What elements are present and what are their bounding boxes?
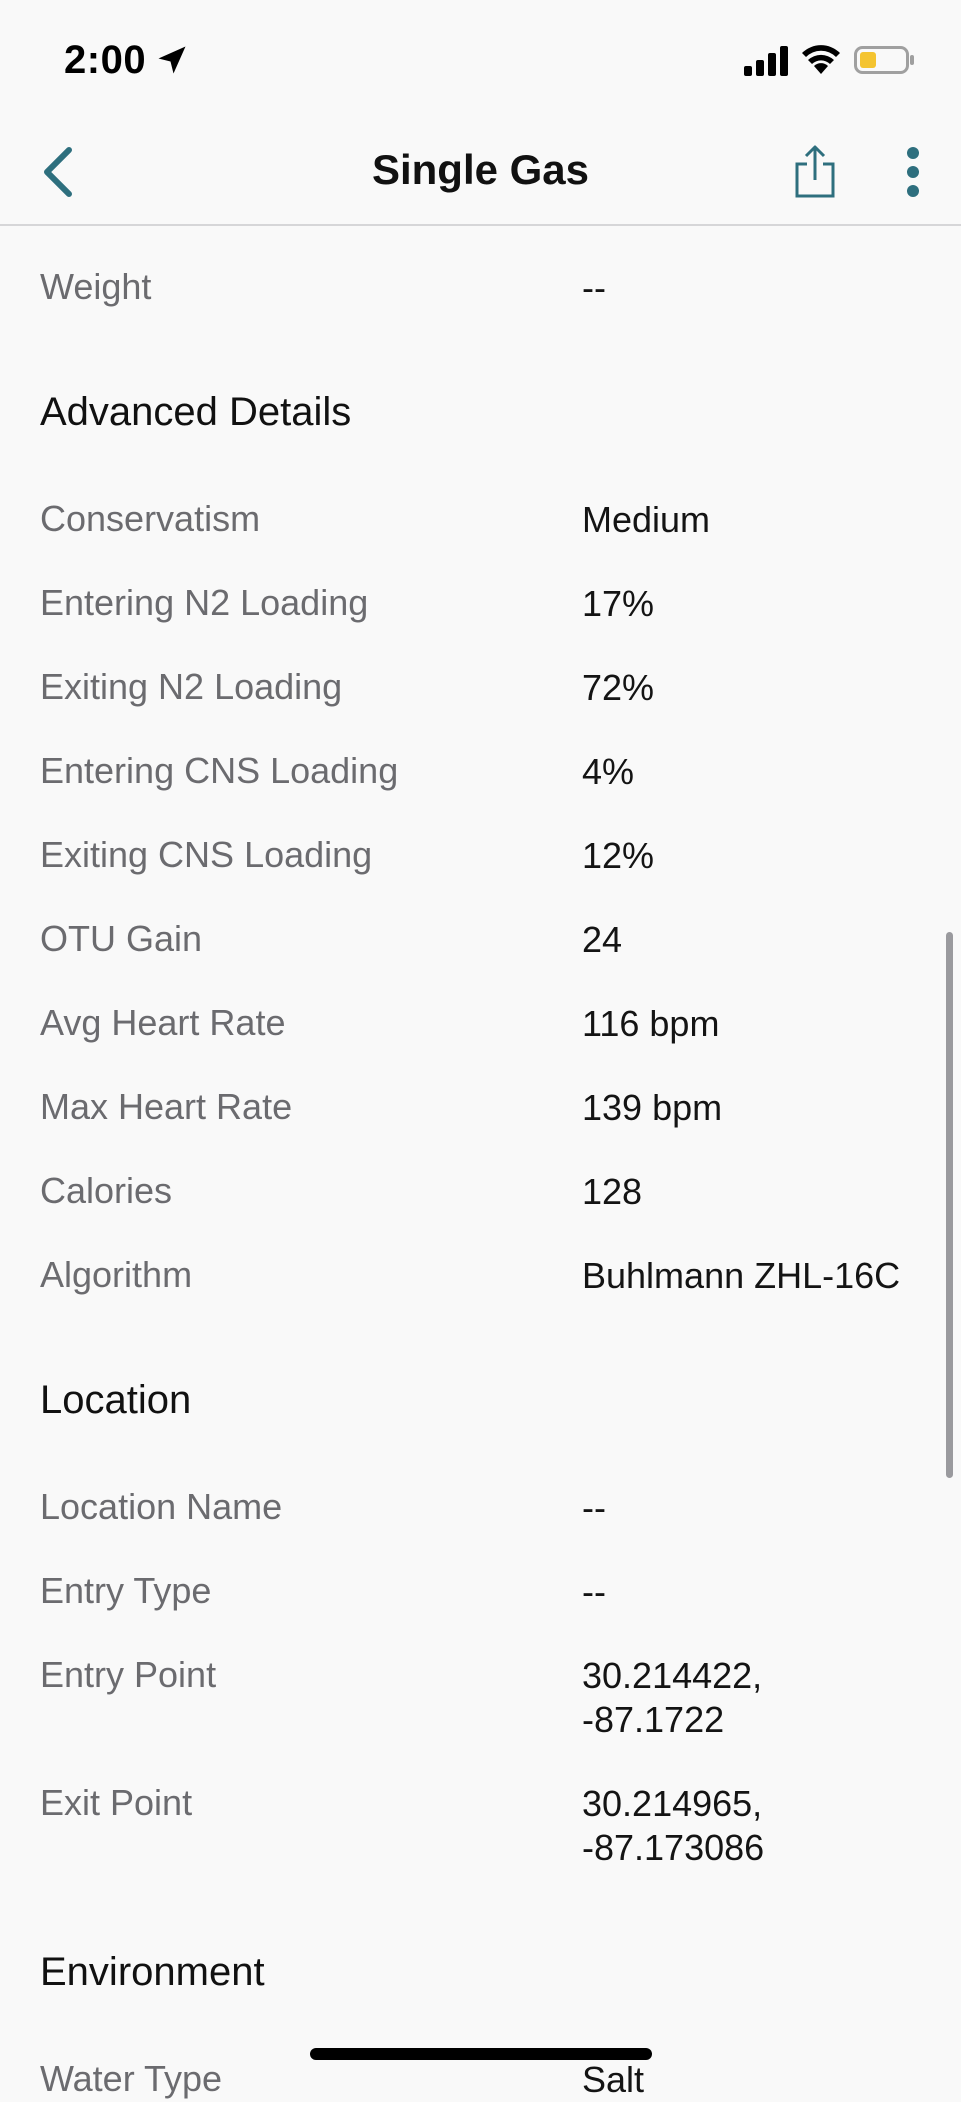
detail-label: Exiting CNS Loading <box>40 834 373 875</box>
wifi-icon <box>802 45 840 74</box>
share-button[interactable] <box>786 138 844 206</box>
detail-label: Entering CNS Loading <box>40 750 399 791</box>
status-bar: 2:00 <box>0 0 961 120</box>
detail-value: -- <box>582 267 606 308</box>
detail-label: Calories <box>40 1170 173 1211</box>
detail-value: -- <box>582 1487 606 1528</box>
detail-value: -- <box>582 1571 606 1612</box>
section-heading-advanced-details: Advanced Details <box>40 390 352 434</box>
detail-value: 128 <box>582 1171 643 1212</box>
more-options-button[interactable] <box>892 138 934 206</box>
battery-icon <box>854 46 914 74</box>
detail-value: 30.214965, -87.173086 <box>582 1783 765 1868</box>
detail-value: 30.214422, -87.1722 <box>582 1655 763 1740</box>
share-icon <box>795 145 835 198</box>
detail-label: Entering N2 Loading <box>40 582 369 623</box>
detail-value: 116 bpm <box>582 1003 720 1044</box>
section-heading-environment: Environment <box>40 1950 265 1994</box>
home-indicator[interactable] <box>310 2048 652 2060</box>
detail-value: 72% <box>582 667 655 708</box>
detail-value: Medium <box>582 499 711 540</box>
detail-label: Location Name <box>40 1486 283 1527</box>
detail-value: 24 <box>582 919 623 960</box>
detail-label: Exiting N2 Loading <box>40 666 343 707</box>
detail-label: Algorithm <box>40 1254 193 1295</box>
detail-label: Max Heart Rate <box>40 1086 293 1127</box>
detail-value: Salt <box>582 2059 645 2100</box>
navigation-bar: Single Gas <box>0 120 961 226</box>
cellular-signal-icon <box>744 46 788 76</box>
detail-value: Buhlmann ZHL-16C <box>582 1255 901 1296</box>
detail-value: 4% <box>582 751 635 792</box>
detail-label: Conservatism <box>40 498 261 539</box>
detail-label: Entry Type <box>40 1570 212 1611</box>
detail-value: 139 bpm <box>582 1087 723 1128</box>
detail-value: 12% <box>582 835 655 876</box>
detail-label: Entry Point <box>40 1654 217 1695</box>
detail-label: Exit Point <box>40 1782 193 1823</box>
more-vertical-icon <box>907 147 919 197</box>
detail-value: 17% <box>582 583 655 624</box>
detail-label: Weight <box>40 266 152 307</box>
status-time: 2:00 <box>64 38 147 82</box>
detail-label: Water Type <box>40 2058 223 2099</box>
section-heading-location: Location <box>40 1378 192 1422</box>
location-arrow-icon <box>158 46 186 74</box>
detail-label: Avg Heart Rate <box>40 1002 286 1043</box>
detail-label: OTU Gain <box>40 918 203 959</box>
scrollbar[interactable] <box>946 932 953 1478</box>
